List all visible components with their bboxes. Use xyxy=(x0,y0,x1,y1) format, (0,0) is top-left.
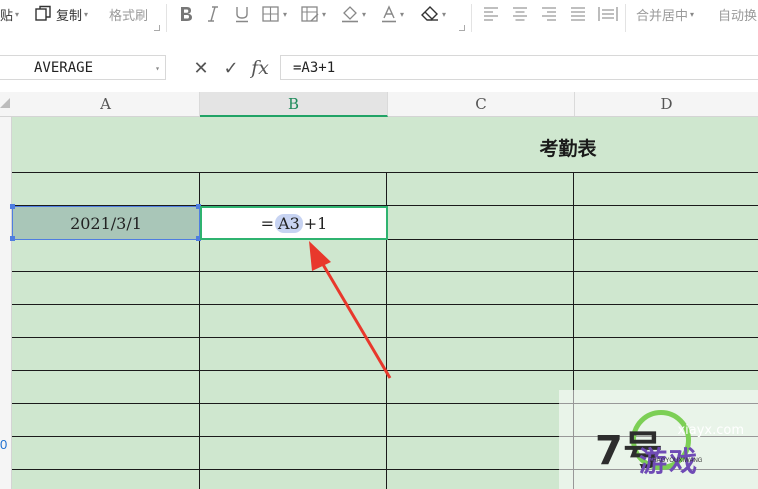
watermark-logo: 7号 游戏 xiayx.com 7HAOYOUXIWANG xyxy=(559,390,758,489)
watermark-pinyin: 7HAOYOUXIWANG xyxy=(649,458,703,464)
watermark-site: xiayx.com xyxy=(677,423,744,438)
